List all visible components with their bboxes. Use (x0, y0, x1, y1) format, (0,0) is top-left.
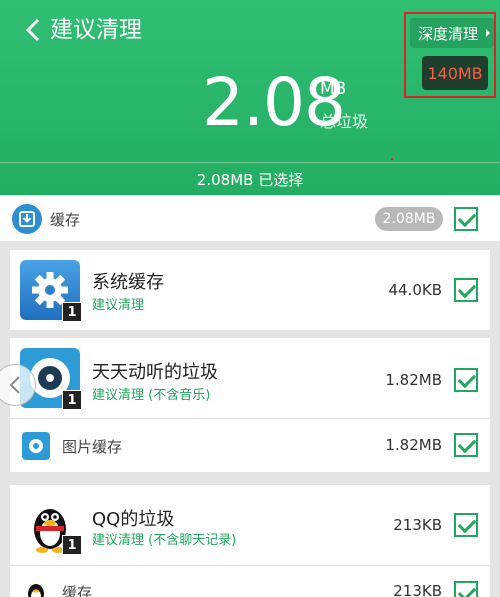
item-size: 44.0KB (388, 281, 442, 299)
sub-item-checkbox[interactable] (454, 433, 478, 457)
item-checkbox[interactable] (454, 368, 478, 392)
image-cache-icon (22, 432, 50, 460)
total-junk-caption: 总垃圾 (320, 112, 369, 131)
chevron-right-icon (486, 29, 490, 37)
count-badge: 1 (62, 302, 82, 322)
download-box-icon (12, 204, 42, 234)
item-size: 1.82MB (385, 371, 442, 389)
item-checkbox[interactable] (454, 278, 478, 302)
list-item[interactable]: 1 天天动听的垃圾 建议清理 (不含音乐) 1.82MB 图片缓存 1.82MB (10, 338, 490, 472)
count-badge: 1 (62, 535, 82, 555)
selected-summary: 2.08MB 已选择 (0, 162, 500, 196)
list-item[interactable]: 1 系统缓存 建议清理 44.0KB (10, 250, 490, 330)
sub-item-checkbox[interactable] (454, 581, 478, 597)
category-checkbox[interactable] (454, 207, 478, 231)
sub-item-label: 缓存 (62, 584, 93, 597)
item-hint: 建议清理 (不含音乐) (92, 388, 211, 403)
item-checkbox[interactable] (454, 513, 478, 537)
item-size: 213KB (393, 516, 442, 534)
deep-clean-highlight: 深度清理 140MB (404, 12, 496, 98)
category-size-pill: 2.08MB (375, 207, 443, 231)
penguin-small-icon (22, 578, 50, 597)
total-junk-unit: MB (320, 79, 347, 99)
indicator-dot (391, 158, 393, 160)
item-name: 系统缓存 (92, 272, 164, 293)
deep-clean-size-badge: 140MB (422, 56, 488, 90)
deep-clean-label: 深度清理 (418, 24, 479, 43)
item-hint: 建议清理 (92, 298, 145, 313)
sub-item-size: 1.82MB (385, 436, 442, 454)
list-item[interactable]: 1 QQ的垃圾 建议清理 (不含聊天记录) 213KB 缓存 213KB (10, 485, 490, 597)
item-hint: 建议清理 (不含聊天记录) (92, 533, 237, 548)
item-name: 天天动听的垃圾 (92, 362, 218, 383)
sub-item-size: 213KB (393, 582, 442, 597)
item-name: QQ的垃圾 (92, 509, 175, 530)
sub-item-row[interactable]: 图片缓存 1.82MB (10, 419, 490, 472)
sub-item-row[interactable]: 缓存 213KB (10, 566, 490, 597)
chevron-left-icon[interactable] (18, 14, 48, 46)
count-badge: 1 (62, 390, 82, 410)
sub-item-label: 图片缓存 (62, 438, 123, 456)
header: 建议清理 深度清理 140MB 2.08 MB 总垃圾 2.08MB 已选择 (0, 0, 500, 195)
page-title: 建议清理 (50, 17, 142, 43)
deep-clean-button[interactable]: 深度清理 (410, 18, 494, 48)
category-label: 缓存 (50, 211, 81, 229)
category-row-cache[interactable]: 缓存 2.08MB (0, 196, 500, 242)
